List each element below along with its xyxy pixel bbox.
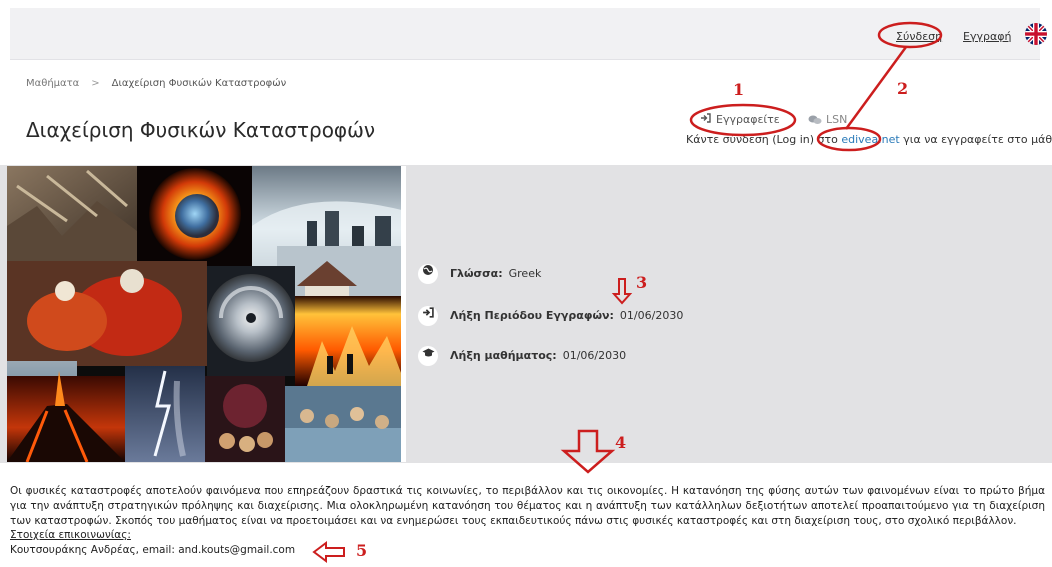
annotation-overlay bbox=[312, 21, 943, 563]
annotation-arrow-5 bbox=[312, 541, 345, 563]
annotation-number-2: 2 bbox=[897, 79, 909, 98]
annotation-number-1: 1 bbox=[733, 80, 745, 99]
annotation-number-5: 5 bbox=[356, 541, 368, 560]
annotation-ellipse-enroll bbox=[689, 103, 797, 137]
annotation-arrow-4 bbox=[560, 429, 616, 474]
annotation-ellipse-edivea bbox=[816, 126, 882, 152]
annotation-number-3: 3 bbox=[636, 273, 648, 292]
annotation-arrow-3 bbox=[611, 278, 633, 305]
annotation-ellipse-login bbox=[877, 21, 943, 49]
annotation-number-4: 4 bbox=[615, 433, 627, 452]
